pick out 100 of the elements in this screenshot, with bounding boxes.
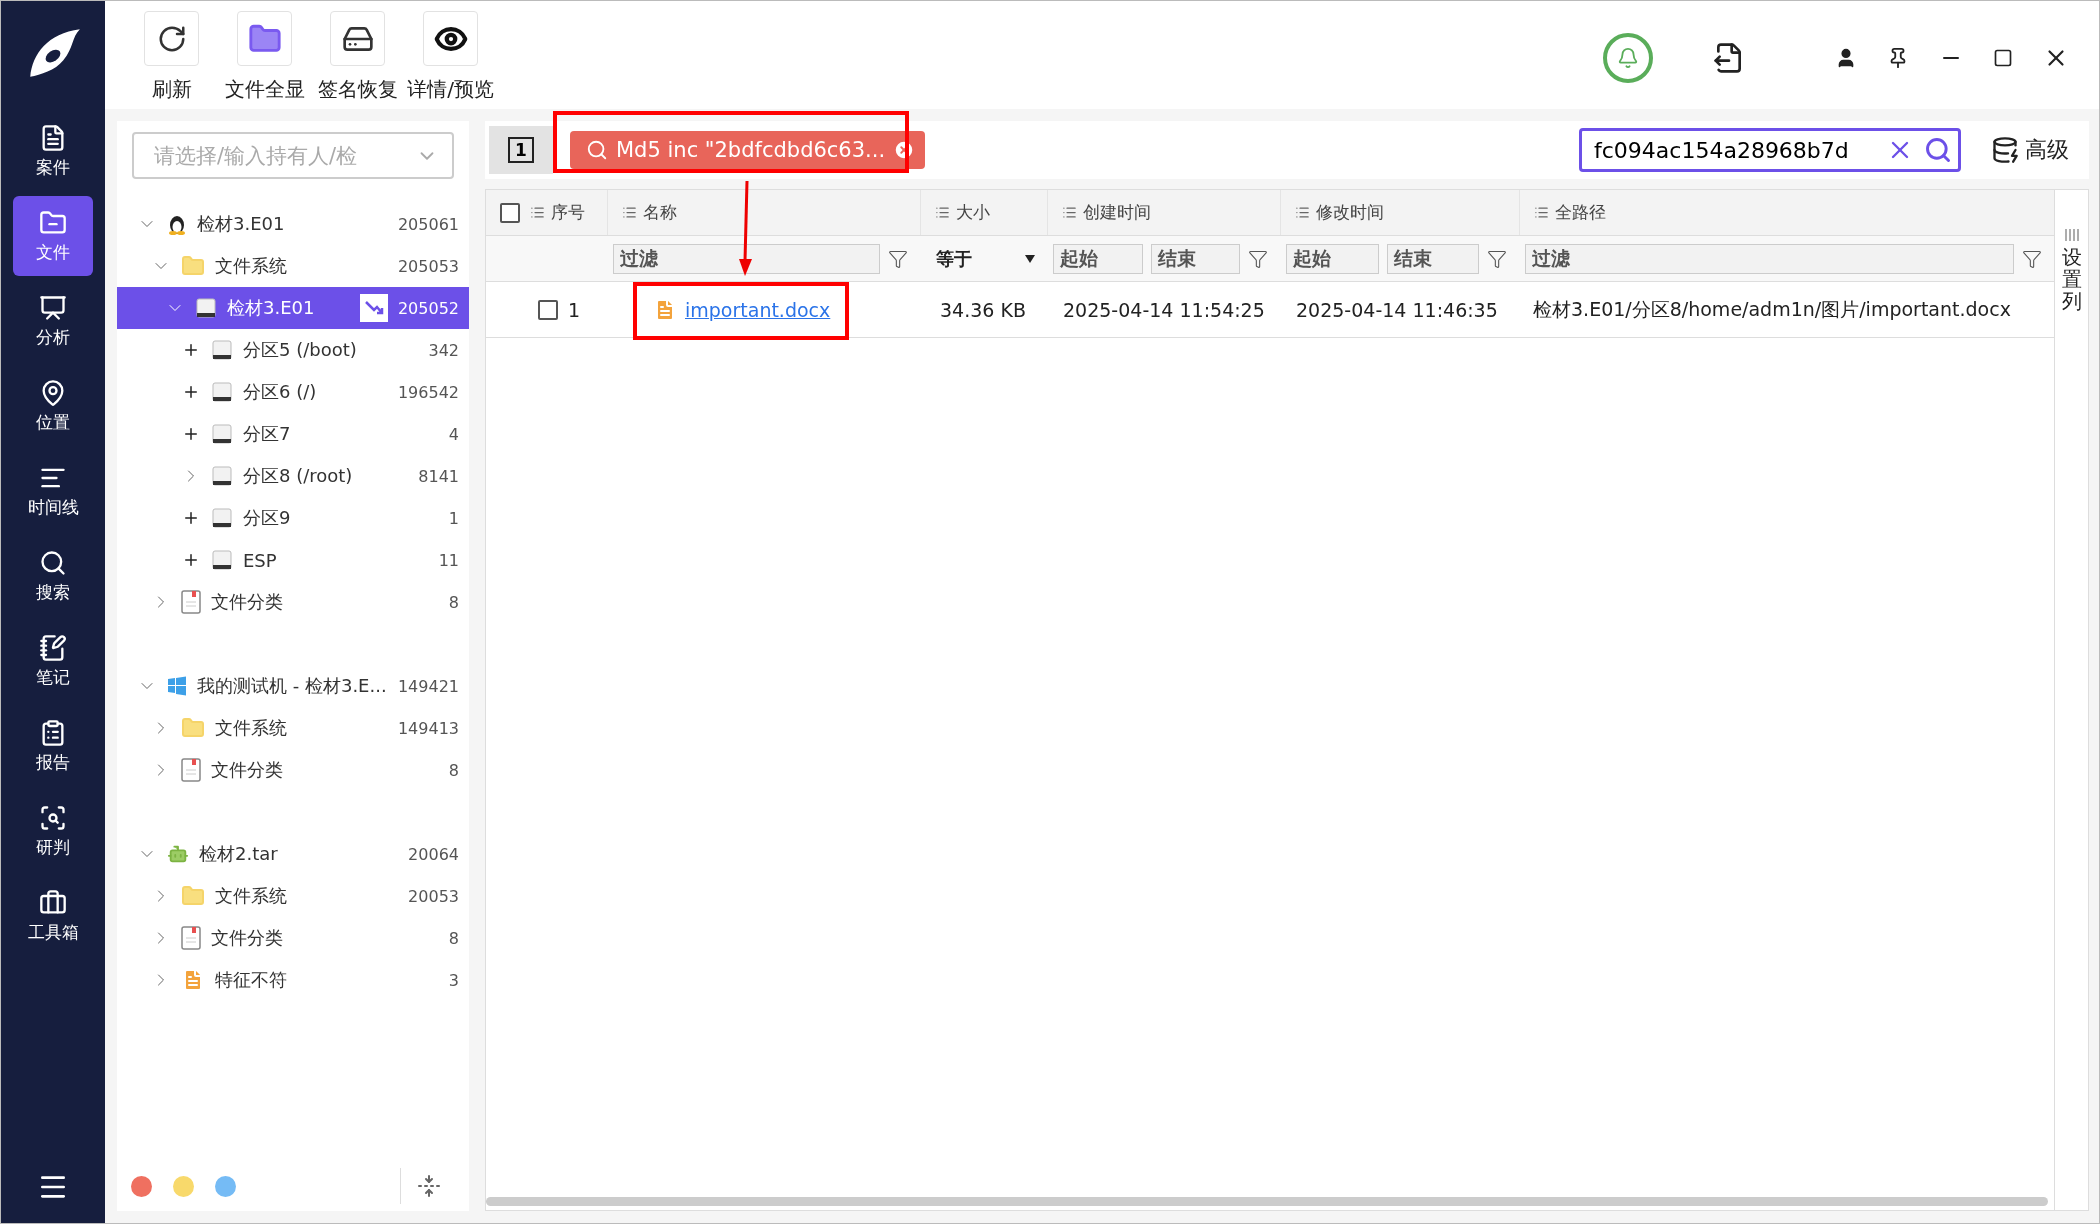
nav-icon <box>39 293 67 322</box>
tree-item[interactable]: 特征不符 3 <box>117 959 469 1001</box>
start-field[interactable]: 起始 <box>1053 243 1143 274</box>
color-dot[interactable] <box>173 1175 194 1197</box>
filter-icon[interactable] <box>888 248 908 269</box>
column-header[interactable]: 修改时间 <box>1316 201 1384 224</box>
tree-item[interactable]: 文件系统 149413 <box>117 707 469 749</box>
android-icon <box>167 843 189 865</box>
filter-icon[interactable] <box>1248 248 1268 269</box>
item-count: 20064 <box>408 844 459 864</box>
column-header[interactable]: 名称 <box>643 201 677 224</box>
document-icon <box>181 926 201 950</box>
list-icon <box>1062 205 1077 220</box>
end-field[interactable]: 结束 <box>1150 243 1240 274</box>
operator-select[interactable]: 等于 <box>926 243 1035 274</box>
page-button[interactable]: 1 <box>489 126 553 174</box>
item-count: 149421 <box>397 676 459 696</box>
notification-button[interactable] <box>1603 33 1653 83</box>
column-header[interactable]: 全路径 <box>1555 201 1606 224</box>
advanced-button[interactable]: 高级 <box>1985 134 2075 166</box>
toolbar-button[interactable]: 签名恢复 <box>311 11 404 103</box>
nav-item[interactable]: 分析 <box>13 281 93 361</box>
item-count: 342 <box>428 340 459 360</box>
filter-icon[interactable] <box>2022 248 2042 269</box>
table-row[interactable]: 1 important.docx 34.36 KB 2025-04-14 11:54:25 2025-04-14 11:46:35 检材3.E01/分区8/home/adm1n/图片/important.docx <box>486 282 2054 338</box>
tree-item[interactable]: 分区9 1 <box>117 497 469 539</box>
tree-item-label: 检材2.tar <box>199 842 278 866</box>
column-settings-button[interactable]: 设置列 <box>2054 190 2088 1210</box>
folder-icon <box>181 254 205 278</box>
tree-item[interactable]: 分区6 (/) 196542 <box>117 371 469 413</box>
expand-plus-icon[interactable] <box>182 425 200 443</box>
filter-field[interactable]: 过滤 <box>1525 243 2014 274</box>
filter-field[interactable]: 过滤 <box>613 243 880 274</box>
tree-item[interactable]: 文件分类 8 <box>117 581 469 623</box>
tree-item-label: 分区5 (/boot) <box>243 338 357 362</box>
select-all-checkbox[interactable] <box>500 202 520 223</box>
windows-icon <box>167 676 187 696</box>
tree-item[interactable]: 分区8 (/root) 8141 <box>117 455 469 497</box>
filter-icon[interactable] <box>1487 248 1507 269</box>
search-field[interactable]: fc094ac154a28968b7d <box>1579 128 1961 172</box>
tree-item[interactable]: 检材3.E01 205061 <box>117 203 469 245</box>
row-checkbox[interactable] <box>538 299 558 320</box>
remove-icon[interactable] <box>893 139 916 161</box>
tree-item[interactable]: 我的测试机 - 检材3.E... 149421 <box>117 665 469 707</box>
table-cell-text: 2025-04-14 11:46:35 <box>1295 297 1499 323</box>
nav-item[interactable]: 工具箱 <box>13 876 93 956</box>
nav-item[interactable]: 笔记 <box>13 621 93 701</box>
color-dot[interactable] <box>215 1175 236 1197</box>
maximize-icon[interactable] <box>1993 48 2013 68</box>
nav-item[interactable]: 报告 <box>13 706 93 786</box>
tree-item[interactable]: 文件分类 8 <box>117 749 469 791</box>
document-icon <box>181 758 201 782</box>
tree-item-label: 文件分类 <box>211 926 283 950</box>
tree-item[interactable]: 文件系统 205053 <box>117 245 469 287</box>
list-icon <box>1534 205 1549 220</box>
expand-plus-icon[interactable] <box>182 509 200 527</box>
end-field[interactable]: 结束 <box>1386 243 1479 274</box>
tree-item[interactable]: 检材2.tar 20064 <box>117 833 469 875</box>
list-icon <box>530 205 545 220</box>
item-count: 8141 <box>418 466 459 486</box>
nav-item[interactable]: 时间线 <box>13 451 93 531</box>
column-header[interactable]: 创建时间 <box>1083 201 1151 224</box>
tree-item-label: 文件系统 <box>215 884 287 908</box>
file-display-badge <box>359 294 388 322</box>
tree-item-label: 分区7 <box>243 422 291 446</box>
toolbar-button[interactable]: 详情/预览 <box>404 11 497 103</box>
nav-item[interactable]: 文件 <box>13 196 93 276</box>
tree-item[interactable]: 分区7 4 <box>117 413 469 455</box>
color-dot[interactable] <box>131 1175 152 1197</box>
toolbar-button[interactable]: 文件全显 <box>218 11 311 103</box>
tree-item-label: 文件分类 <box>211 590 283 614</box>
list-icon <box>935 205 950 220</box>
search-icon[interactable] <box>1924 136 1952 164</box>
nav-item[interactable]: 位置 <box>13 366 93 446</box>
nav-item[interactable]: 研判 <box>13 791 93 871</box>
columns-icon <box>2064 228 2079 242</box>
expand-plus-icon[interactable] <box>182 383 200 401</box>
scrollbar[interactable] <box>486 1197 2048 1206</box>
item-count: 149413 <box>397 718 459 738</box>
column-header[interactable]: 序号 <box>551 201 585 224</box>
start-field[interactable]: 起始 <box>1286 243 1379 274</box>
tree-item[interactable]: ESP 11 <box>117 539 469 581</box>
tree-item[interactable]: 文件分类 8 <box>117 917 469 959</box>
item-count: 205061 <box>397 214 459 234</box>
nav-item[interactable]: 搜索 <box>13 536 93 616</box>
nav-icon <box>39 208 67 237</box>
item-count: 8 <box>448 928 459 948</box>
column-header[interactable]: 大小 <box>956 201 990 224</box>
tree-item[interactable]: 文件系统 20053 <box>117 875 469 917</box>
nav-icon <box>39 548 67 577</box>
nav-item[interactable]: 案件 <box>13 111 93 191</box>
item-count: 205052 <box>397 298 459 318</box>
tree-item[interactable]: 检材3.E01 205052 <box>117 287 469 329</box>
expand-plus-icon[interactable] <box>182 341 200 359</box>
tree-item-label: 分区9 <box>243 506 291 530</box>
file-link[interactable]: important.docx <box>685 298 831 321</box>
toolbar-button[interactable]: 刷新 <box>125 11 218 103</box>
tree-item[interactable]: 分区5 (/boot) 342 <box>117 329 469 371</box>
expand-plus-icon[interactable] <box>182 551 200 569</box>
tree-item-label: 特征不符 <box>215 968 287 992</box>
